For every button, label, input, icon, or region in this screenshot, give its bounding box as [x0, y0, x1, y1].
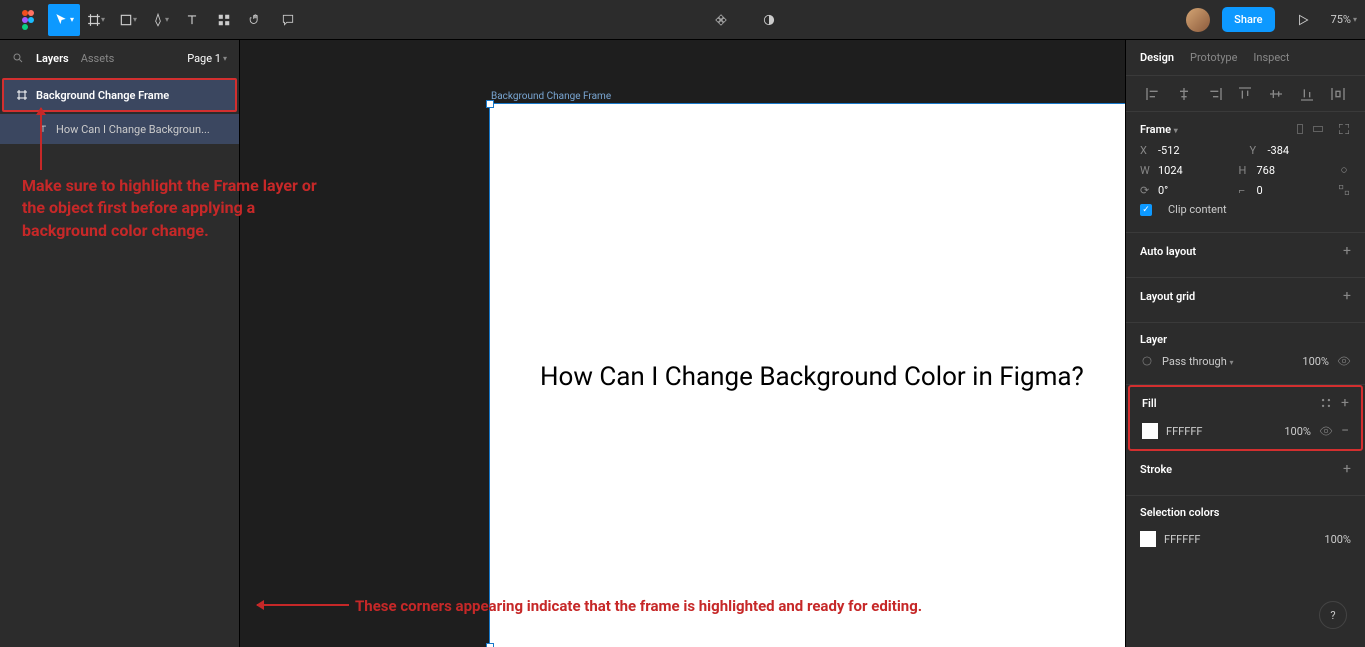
selection-colors-label: Selection colors — [1140, 506, 1351, 519]
canvas-frame-label[interactable]: Background Change Frame — [491, 91, 611, 102]
fill-hex-input[interactable]: FFFFFF — [1166, 425, 1202, 438]
layers-tab[interactable]: Layers — [36, 52, 69, 65]
selection-swatch[interactable] — [1140, 531, 1156, 547]
text-tool[interactable] — [176, 4, 208, 36]
components-icon[interactable] — [705, 4, 737, 36]
inspect-tab[interactable]: Inspect — [1253, 51, 1289, 64]
fill-opacity-input[interactable]: 100% — [1284, 425, 1311, 438]
rotation-input[interactable]: 0° — [1158, 184, 1168, 197]
comment-tool[interactable] — [272, 4, 304, 36]
figma-logo-menu[interactable] — [8, 0, 48, 40]
fill-swatch[interactable] — [1142, 423, 1158, 439]
layer-section-label: Layer — [1140, 333, 1351, 346]
independent-corners-icon[interactable] — [1337, 183, 1351, 197]
orientation-portrait-icon[interactable] — [1293, 122, 1307, 136]
add-layout-grid-button[interactable]: + — [1343, 288, 1351, 304]
auto-layout-label: Auto layout — [1140, 245, 1343, 258]
add-auto-layout-button[interactable]: + — [1343, 243, 1351, 259]
style-icon[interactable] — [1319, 396, 1333, 410]
share-button[interactable]: Share — [1222, 7, 1274, 32]
frame-tool[interactable]: ▾ — [80, 4, 112, 36]
width-input[interactable]: 1024 — [1158, 164, 1183, 177]
radius-input[interactable]: 0 — [1257, 184, 1263, 197]
shape-tool[interactable]: ▾ — [112, 4, 144, 36]
right-panel: Design Prototype Inspect Frame ▾ X-512 Y… — [1125, 40, 1365, 647]
clip-content-checkbox[interactable] — [1140, 204, 1152, 216]
distribute-icon[interactable] — [1330, 86, 1346, 102]
x-input[interactable]: -512 — [1158, 144, 1180, 157]
move-tool[interactable]: ▾ — [48, 4, 80, 36]
align-hcenter-icon[interactable] — [1176, 86, 1192, 102]
y-input[interactable]: -384 — [1268, 144, 1290, 157]
resources-tool[interactable] — [208, 4, 240, 36]
help-button[interactable]: ? — [1319, 601, 1347, 629]
annotation-arrow-1 — [40, 108, 42, 170]
visibility-icon[interactable] — [1337, 354, 1351, 368]
resize-handle-bl[interactable] — [486, 643, 494, 647]
assets-tab[interactable]: Assets — [81, 52, 115, 65]
left-panel: Layers Assets Page 1 ▾ Background Change… — [0, 40, 240, 647]
fill-visibility-icon[interactable] — [1319, 424, 1333, 438]
stroke-label: Stroke — [1140, 463, 1343, 476]
align-vcenter-icon[interactable] — [1268, 86, 1284, 102]
blend-mode-icon[interactable] — [1140, 354, 1154, 368]
add-stroke-button[interactable]: + — [1343, 461, 1351, 477]
layer-opacity-input[interactable]: 100% — [1302, 355, 1329, 368]
blend-mode-select[interactable]: Pass through ▾ — [1162, 355, 1234, 368]
prototype-tab[interactable]: Prototype — [1190, 51, 1237, 64]
height-input[interactable]: 768 — [1257, 164, 1276, 177]
annotation-text-1: Make sure to highlight the Frame layer o… — [22, 175, 322, 242]
page-selector[interactable]: Page 1 ▾ — [187, 52, 227, 65]
remove-fill-button[interactable]: − — [1341, 423, 1349, 439]
frame-content-text: How Can I Change Background Color in Fig… — [540, 362, 1084, 392]
align-left-icon[interactable] — [1145, 86, 1161, 102]
canvas[interactable]: Background Change Frame How Can I Change… — [240, 40, 1125, 647]
constrain-proportions-icon[interactable] — [1337, 163, 1351, 177]
annotation-arrow-2 — [257, 604, 349, 606]
clip-content-label: Clip content — [1168, 203, 1227, 216]
present-button[interactable] — [1287, 4, 1319, 36]
top-toolbar: ▾ ▾ ▾ ▾ Share — [0, 0, 1365, 40]
layer-text[interactable]: How Can I Change Backgroun... — [0, 114, 239, 144]
orientation-landscape-icon[interactable] — [1311, 122, 1325, 136]
resize-to-fit-icon[interactable] — [1337, 122, 1351, 136]
design-tab[interactable]: Design — [1140, 51, 1174, 64]
align-top-icon[interactable] — [1237, 86, 1253, 102]
align-bottom-icon[interactable] — [1299, 86, 1315, 102]
pen-tool[interactable]: ▾ — [144, 4, 176, 36]
resize-handle-tl[interactable] — [486, 100, 494, 108]
annotation-text-2: These corners appearing indicate that th… — [355, 596, 1305, 617]
selection-opacity: 100% — [1324, 533, 1351, 546]
add-fill-button[interactable]: + — [1341, 395, 1349, 411]
frame-preset-select[interactable]: Frame ▾ — [1140, 123, 1293, 136]
align-right-icon[interactable] — [1207, 86, 1223, 102]
selection-hex: FFFFFF — [1164, 533, 1200, 546]
hand-tool[interactable] — [240, 4, 272, 36]
selected-frame[interactable]: How Can I Change Background Color in Fig… — [489, 103, 1125, 647]
fill-label: Fill — [1142, 397, 1319, 410]
search-icon[interactable] — [12, 52, 24, 64]
frame-icon — [16, 89, 28, 101]
user-avatar[interactable] — [1186, 8, 1210, 32]
mask-icon[interactable] — [753, 4, 785, 36]
zoom-level[interactable]: 75% ▾ — [1331, 13, 1357, 26]
layout-grid-label: Layout grid — [1140, 290, 1343, 303]
